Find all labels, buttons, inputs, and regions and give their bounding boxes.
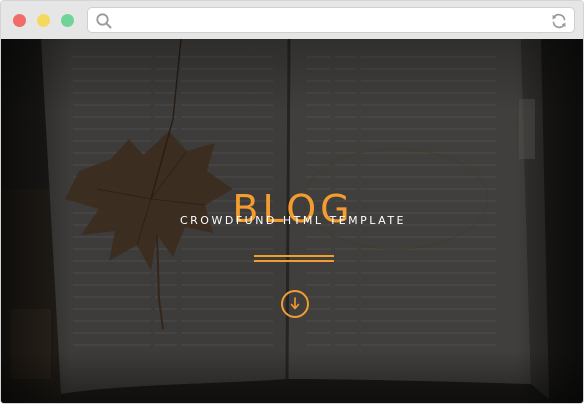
url-input[interactable] — [118, 11, 542, 31]
close-window-button[interactable] — [13, 14, 26, 27]
title-divider — [254, 255, 334, 262]
divider-line-top — [254, 255, 334, 257]
divider-line-bottom — [254, 260, 334, 262]
arrow-down-icon — [290, 297, 300, 310]
search-icon — [96, 13, 112, 29]
minimize-window-button[interactable] — [37, 14, 50, 27]
hero-subtitle: CROWDFUND HTML TEMPLATE — [179, 214, 407, 227]
address-bar[interactable] — [87, 7, 575, 33]
refresh-icon[interactable] — [550, 12, 568, 30]
browser-window: BLOG CROWDFUND HTML TEMPLATE — [0, 0, 584, 404]
page-viewport: BLOG CROWDFUND HTML TEMPLATE — [1, 39, 583, 403]
maximize-window-button[interactable] — [61, 14, 74, 27]
browser-toolbar — [1, 1, 583, 40]
scroll-down-button[interactable] — [281, 290, 309, 318]
